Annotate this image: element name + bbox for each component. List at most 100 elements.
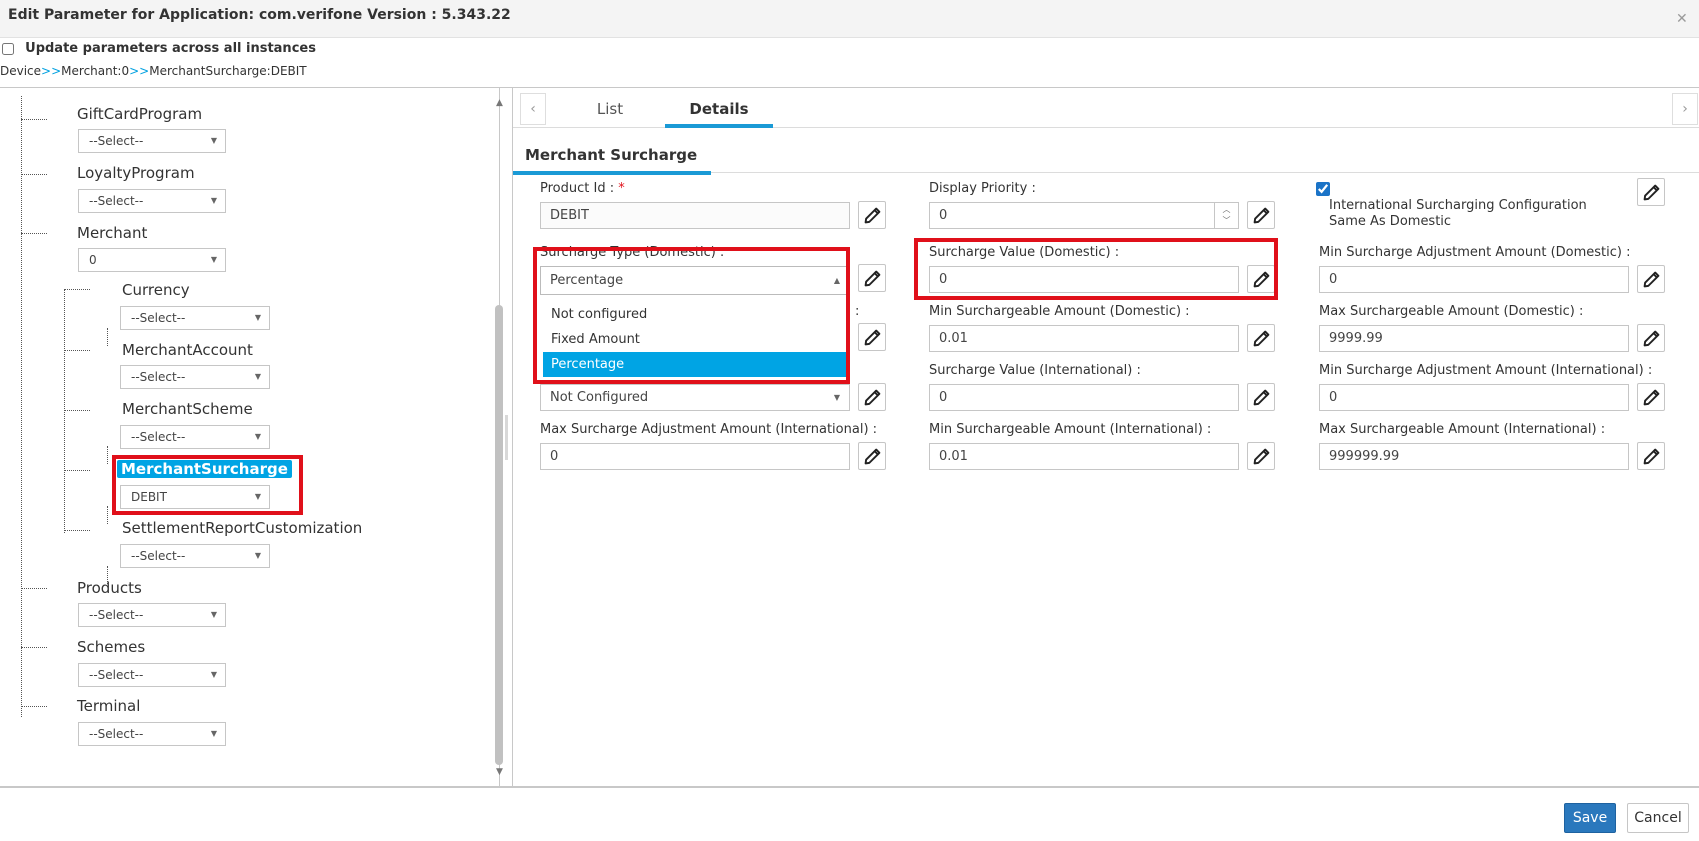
number-spinner[interactable]: ︿ ﹀ [1214,203,1238,228]
display-priority-edit-button[interactable] [1247,201,1275,229]
display-priority-input[interactable]: 0 ︿ ﹀ [929,202,1239,229]
breadcrumb: Device>>Merchant:0>>MerchantSurcharge:DE… [0,64,307,78]
max-surchargeable-domestic-input[interactable]: 9999.99 [1319,325,1629,352]
gift-card-program-select[interactable]: --Select-- ▼ [78,129,226,153]
select-value: --Select-- [131,430,186,444]
min-surchargeable-intl-input[interactable]: 0.01 [929,443,1239,470]
select-value: --Select-- [131,311,186,325]
update-all-instances-label: Update parameters across all instances [25,41,316,56]
select-value: --Select-- [131,549,186,563]
pencil-icon [864,270,881,287]
breadcrumb-separator: >> [41,64,62,78]
product-id-label: Product Id : * [540,181,625,196]
currency-select[interactable]: --Select-- ▼ [120,306,270,330]
scroll-down-icon[interactable]: ▼ [496,767,503,777]
dropdown-arrow-icon: ▼ [210,255,217,264]
tree-connector [107,446,108,464]
highlight-box [533,247,850,384]
update-all-instances-checkbox[interactable] [2,42,14,55]
surcharge-type-domestic-edit-button[interactable] [858,264,886,292]
merchant-surcharge-select[interactable]: DEBIT ▼ [120,485,270,509]
tab-prev-icon[interactable]: ‹ [520,93,546,125]
dropdown-arrow-icon: ▼ [254,492,261,501]
tree-connector [64,530,90,531]
tree-node-gift-card-program[interactable]: GiftCardProgram [77,105,202,123]
surcharge-value-intl-label: Surcharge Value (International) : [929,363,1141,378]
breadcrumb-item-merchant[interactable]: Merchant:0 [61,64,129,78]
intl-same-as-domestic-checkbox[interactable] [1316,182,1330,196]
dialog-title: Edit Parameter for Application: com.veri… [8,7,511,23]
max-surchargeable-intl-input[interactable]: 999999.99 [1319,443,1629,470]
save-button[interactable]: Save [1564,803,1616,833]
pencil-icon [1643,184,1660,201]
hidden-field-edit-button[interactable] [858,323,886,351]
merchant-select[interactable]: 0 ▼ [78,248,226,272]
dropdown-arrow-icon: ▼ [210,729,217,738]
loyalty-program-select[interactable]: --Select-- ▼ [78,189,226,213]
tree-node-merchant[interactable]: Merchant [77,224,147,242]
pencil-icon [1253,330,1270,347]
highlight-box [914,238,1278,300]
tree-connector [64,289,90,290]
tree-connector [21,233,47,234]
min-surchargeable-intl-edit-button[interactable] [1247,442,1275,470]
tree-connector [64,289,65,533]
min-surchargeable-domestic-input[interactable]: 0.01 [929,325,1239,352]
select-value: --Select-- [89,727,144,741]
merchant-scheme-select[interactable]: --Select-- ▼ [120,425,270,449]
tree-node-merchant-surcharge[interactable]: MerchantSurcharge [117,460,292,478]
merchant-account-select[interactable]: --Select-- ▼ [120,365,270,389]
select-value: DEBIT [131,490,167,504]
intl-same-as-domestic-label-line2: Same As Domestic [1329,214,1452,229]
scrollbar-thumb[interactable] [495,305,503,765]
product-id-input[interactable]: DEBIT [540,202,850,229]
surcharge-value-intl-input[interactable]: 0 [929,384,1239,411]
tab-list[interactable]: List [568,100,652,118]
tree-node-merchant-scheme[interactable]: MerchantScheme [122,400,253,418]
max-surchargeable-domestic-edit-button[interactable] [1637,324,1665,352]
pencil-icon [1253,207,1270,224]
tree-node-merchant-account[interactable]: MerchantAccount [122,341,253,359]
select-value: 0 [89,253,97,267]
min-adj-domestic-input[interactable]: 0 [1319,266,1629,293]
intl-same-as-domestic-edit-button[interactable] [1637,178,1665,206]
tree-connector [21,588,47,589]
display-priority-label: Display Priority : [929,181,1036,196]
products-select[interactable]: --Select-- ▼ [78,603,226,627]
max-surchargeable-intl-edit-button[interactable] [1637,442,1665,470]
surcharge-type-intl-edit-button[interactable] [858,383,886,411]
min-adj-domestic-edit-button[interactable] [1637,265,1665,293]
min-adj-intl-edit-button[interactable] [1637,383,1665,411]
tab-details[interactable]: Details [665,100,773,128]
tree-node-products[interactable]: Products [77,579,142,597]
tree-node-schemes[interactable]: Schemes [77,638,145,656]
breadcrumb-item-merchant-surcharge: MerchantSurcharge:DEBIT [149,64,307,78]
tree-connector [107,328,108,346]
schemes-select[interactable]: --Select-- ▼ [78,663,226,687]
dropdown-arrow-icon: ▼ [210,136,217,145]
terminal-select[interactable]: --Select-- ▼ [78,722,226,746]
tree-node-settlement-report-customization[interactable]: SettlementReportCustomization [122,519,362,537]
min-surchargeable-domestic-edit-button[interactable] [1247,324,1275,352]
surcharge-value-intl-edit-button[interactable] [1247,383,1275,411]
display-priority-value: 0 [939,208,948,223]
pencil-icon [1253,448,1270,465]
select-value: --Select-- [89,608,144,622]
product-id-edit-button[interactable] [858,201,886,229]
breadcrumb-item-device[interactable]: Device [0,64,41,78]
tree-node-terminal[interactable]: Terminal [77,697,140,715]
splitter-handle[interactable] [505,415,508,460]
scroll-up-icon[interactable]: ▲ [496,98,503,108]
tree-connector [64,470,90,471]
details-panel [512,88,1699,786]
tree-node-currency[interactable]: Currency [122,281,190,299]
tab-next-icon[interactable]: › [1672,93,1698,125]
close-icon[interactable]: ✕ [1676,11,1688,27]
tree-node-loyalty-program[interactable]: LoyaltyProgram [77,164,195,182]
settlement-report-select[interactable]: --Select-- ▼ [120,544,270,568]
cancel-button[interactable]: Cancel [1627,803,1689,833]
min-adj-intl-input[interactable]: 0 [1319,384,1629,411]
surcharge-type-intl-select[interactable]: Not Configured ▼ [540,384,850,411]
max-adj-intl-edit-button[interactable] [858,442,886,470]
max-adj-intl-input[interactable]: 0 [540,443,850,470]
